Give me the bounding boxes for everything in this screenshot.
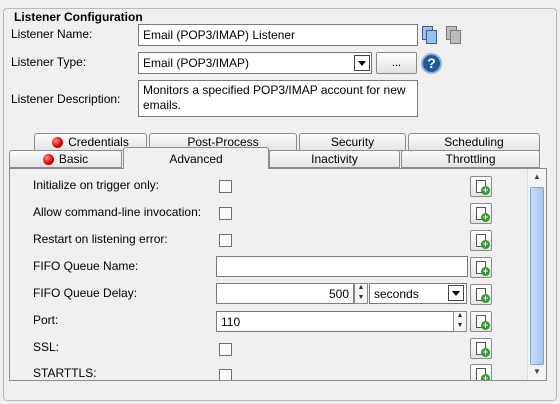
port-stepper[interactable]: ▲ ▼ [453, 311, 467, 332]
listener-description-input[interactable]: Monitors a specified POP3/IMAP account f… [138, 80, 418, 117]
error-icon [42, 153, 54, 165]
add-variable-icon[interactable]: + [470, 176, 492, 197]
allow-command-line-label: Allow command-line invocation: [33, 205, 202, 219]
add-variable-icon[interactable]: + [470, 203, 492, 224]
tab-scheduling[interactable]: Scheduling [408, 133, 540, 151]
scroll-down-icon[interactable]: ▼ [528, 364, 546, 380]
fifo-queue-name-label: FIFO Queue Name: [33, 259, 139, 273]
listener-type-select[interactable]: Email (POP3/IMAP) [138, 52, 372, 74]
tab-label: Scheduling [444, 135, 504, 149]
tab-label: Throttling [445, 152, 496, 166]
ssl-label: SSL: [33, 340, 60, 354]
listener-description-label: Listener Description: [11, 92, 121, 106]
tab-basic[interactable]: Basic [9, 150, 122, 168]
paste-icon[interactable] [444, 24, 464, 46]
fifo-queue-delay-stepper[interactable]: ▲ ▼ [354, 283, 368, 304]
scroll-up-icon[interactable]: ▲ [528, 169, 546, 185]
tab-security[interactable]: Security [299, 133, 406, 151]
initialize-on-trigger-checkbox[interactable] [219, 180, 232, 193]
listener-name-label: Listener Name: [11, 27, 93, 41]
starttls-label: STARTTLS: [33, 366, 97, 380]
add-variable-icon[interactable]: + [470, 311, 492, 332]
advanced-tab-panel: Initialize on trigger only: + Allow comm… [9, 168, 547, 381]
spin-up-icon[interactable]: ▲ [355, 284, 367, 294]
allow-command-line-checkbox[interactable] [219, 207, 232, 220]
tab-label: Basic [58, 152, 89, 166]
tab-inactivity[interactable]: Inactivity [269, 150, 400, 168]
tab-advanced[interactable]: Advanced [123, 147, 269, 169]
help-icon[interactable]: ? [421, 53, 442, 74]
add-variable-icon[interactable]: + [470, 338, 492, 359]
ssl-checkbox[interactable] [219, 343, 232, 356]
fifo-queue-delay-input[interactable]: 500 [216, 283, 354, 304]
copy-icon[interactable] [420, 24, 440, 46]
add-variable-icon[interactable]: + [470, 230, 492, 251]
listener-type-label: Listener Type: [11, 55, 87, 69]
port-label: Port: [33, 313, 59, 327]
chevron-down-icon[interactable] [354, 55, 370, 71]
add-variable-icon[interactable]: + [470, 257, 492, 278]
initialize-on-trigger-label: Initialize on trigger only: [33, 178, 160, 192]
spin-down-icon[interactable]: ▼ [454, 322, 466, 332]
browse-button[interactable]: ... [376, 52, 417, 74]
tab-label: Credentials [68, 135, 129, 149]
add-variable-icon[interactable]: + [470, 284, 492, 305]
tab-label: Security [330, 135, 375, 149]
error-icon [52, 136, 64, 148]
restart-on-error-checkbox[interactable] [219, 234, 232, 247]
starttls-checkbox[interactable] [219, 369, 232, 380]
group-title: Listener Configuration [11, 10, 146, 24]
restart-on-error-label: Restart on listening error: [33, 232, 168, 246]
panel-scrollbar[interactable]: ▲ ▼ [527, 169, 546, 380]
tab-throttling[interactable]: Throttling [401, 150, 540, 168]
spin-down-icon[interactable]: ▼ [355, 294, 367, 304]
add-variable-icon[interactable]: + [470, 364, 492, 380]
fifo-queue-name-input[interactable] [216, 256, 468, 277]
tab-label: Inactivity [311, 152, 358, 166]
chevron-down-icon[interactable] [448, 285, 464, 301]
fifo-queue-delay-label: FIFO Queue Delay: [33, 286, 138, 300]
tab-label: Advanced [169, 151, 223, 166]
port-input[interactable]: 110 [216, 311, 454, 332]
listener-name-input[interactable]: Email (POP3/IMAP) Listener [138, 24, 418, 46]
spin-up-icon[interactable]: ▲ [454, 312, 466, 322]
scrollbar-thumb[interactable] [530, 187, 544, 365]
